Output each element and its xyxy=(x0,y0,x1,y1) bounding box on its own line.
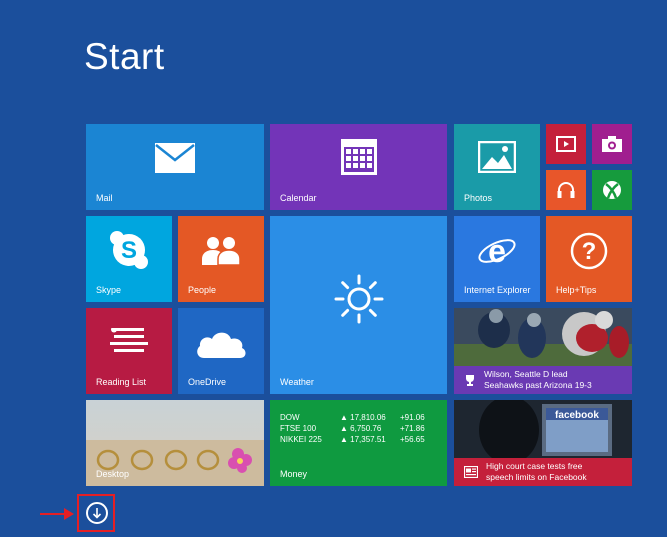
svg-text:S: S xyxy=(121,237,137,264)
arrow-down-icon xyxy=(92,508,102,519)
sun-icon xyxy=(334,274,384,324)
mail-tile-label: Mail xyxy=(96,193,113,203)
skype-tile[interactable]: S Skype xyxy=(86,216,172,302)
xbox-icon xyxy=(603,181,621,199)
mail-icon xyxy=(155,143,195,173)
internet-explorer-tile-label: Internet Explorer xyxy=(464,285,531,295)
cloud-icon xyxy=(197,332,246,358)
index-change: +71.86 xyxy=(400,424,425,433)
news-headline-bar: High court case tests free speech limits… xyxy=(454,458,632,486)
index-name: DOW xyxy=(280,413,300,422)
index-value: ▲ 6,750.76 xyxy=(340,424,382,433)
index-name: FTSE 100 xyxy=(280,424,317,433)
skype-tile-label: Skype xyxy=(96,285,122,295)
video-tile[interactable] xyxy=(546,124,586,164)
money-tile-label: Money xyxy=(280,469,308,479)
people-icon xyxy=(202,237,241,265)
skype-icon: S xyxy=(110,231,148,269)
internet-explorer-icon: e xyxy=(478,233,516,269)
index-change: +91.06 xyxy=(400,413,425,422)
photos-tile-label: Photos xyxy=(464,193,493,203)
facebook-screen-photo: facebook xyxy=(454,400,632,458)
money-tile[interactable]: DOW ▲ 17,810.06 +91.06 FTSE 100 ▲ 6,750.… xyxy=(270,400,447,486)
music-tile[interactable] xyxy=(546,170,586,210)
all-apps-button[interactable] xyxy=(86,502,108,524)
people-tile-label: People xyxy=(188,285,217,295)
onedrive-tile-label: OneDrive xyxy=(188,377,227,387)
market-index-row: FTSE 100 ▲ 6,750.76 +71.86 xyxy=(280,423,425,434)
photos-tile[interactable]: Photos xyxy=(454,124,540,210)
weather-tile-label: Weather xyxy=(280,377,314,387)
svg-text:?: ? xyxy=(582,238,597,265)
market-index-row: DOW ▲ 17,810.06 +91.06 xyxy=(280,412,425,423)
desktop-tile[interactable]: Desktop xyxy=(86,400,264,486)
news-headline-line2: speech limits on Facebook xyxy=(486,472,587,482)
market-indices-table: DOW ▲ 17,810.06 +91.06 FTSE 100 ▲ 6,750.… xyxy=(280,412,425,445)
trophy-icon xyxy=(466,375,474,386)
calendar-tile-label: Calendar xyxy=(280,193,317,203)
market-index-row: NIKKEI 225 ▲ 17,357.51 +56.65 xyxy=(280,434,425,445)
camera-icon xyxy=(602,136,622,152)
index-value: ▲ 17,357.51 xyxy=(340,435,386,444)
news-tile[interactable]: facebook High court case tests free spee… xyxy=(454,400,632,486)
news-headline-line1: High court case tests free xyxy=(486,461,583,471)
weather-tile[interactable]: Weather xyxy=(270,216,447,394)
start-screen-title: Start xyxy=(84,36,165,77)
annotation-arrow-icon xyxy=(64,508,74,520)
sports-headline-line1: Wilson, Seattle D lead xyxy=(484,369,568,379)
camera-tile[interactable] xyxy=(592,124,632,164)
mail-tile[interactable]: Mail xyxy=(86,124,264,210)
calendar-icon xyxy=(341,139,377,175)
calendar-tile[interactable]: Calendar xyxy=(270,124,447,210)
football-players-photo xyxy=(454,308,632,366)
reading-list-tile-label: Reading List xyxy=(96,377,147,387)
news-icon xyxy=(464,466,478,478)
games-tile[interactable] xyxy=(592,170,632,210)
help-tips-tile[interactable]: ? Help+Tips xyxy=(546,216,632,302)
annotation-arrow-line xyxy=(40,513,66,515)
sports-headline-line2: Seahawks past Arizona 19-3 xyxy=(484,380,592,390)
index-change: +56.65 xyxy=(400,435,425,444)
facebook-screen-text: facebook xyxy=(555,410,599,421)
video-icon xyxy=(556,136,576,152)
reading-list-tile[interactable]: Reading List xyxy=(86,308,172,394)
sports-tile[interactable]: Wilson, Seattle D lead Seahawks past Ari… xyxy=(454,308,632,394)
index-name: NIKKEI 225 xyxy=(280,435,322,444)
onedrive-tile[interactable]: OneDrive xyxy=(178,308,264,394)
people-tile[interactable]: People xyxy=(178,216,264,302)
svg-text:e: e xyxy=(488,233,506,269)
question-mark-icon: ? xyxy=(570,232,608,270)
index-value: ▲ 17,810.06 xyxy=(340,413,386,422)
reading-list-icon xyxy=(110,328,148,352)
help-tips-tile-label: Help+Tips xyxy=(556,285,597,295)
sports-headline-bar: Wilson, Seattle D lead Seahawks past Ari… xyxy=(454,366,632,394)
internet-explorer-tile[interactable]: e Internet Explorer xyxy=(454,216,540,302)
headphones-icon xyxy=(557,182,575,198)
desktop-tile-label: Desktop xyxy=(96,469,130,479)
photos-icon xyxy=(478,141,516,173)
